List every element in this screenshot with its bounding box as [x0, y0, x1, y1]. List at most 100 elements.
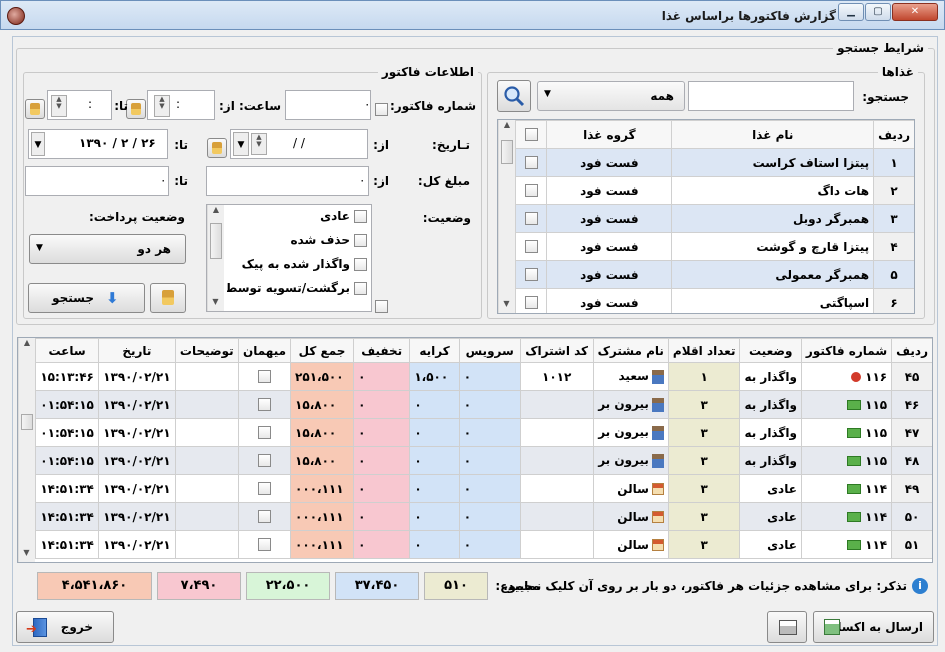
time-to-input[interactable]: : ▲ ▼	[47, 90, 112, 120]
clear-all-button[interactable]	[150, 283, 186, 313]
food-row[interactable]: ۴ پیتزا قارچ و گوشت فست فود	[514, 232, 914, 261]
grid-guest-checkbox[interactable]	[237, 474, 292, 503]
food-checkbox[interactable]	[514, 148, 548, 177]
app-icon[interactable]	[7, 7, 25, 25]
grid-time: ۱۵:٠۱:۵۴	[34, 446, 100, 475]
food-row[interactable]: ۱ پیتزا استاف کراست فست فود	[514, 148, 914, 177]
grid-row[interactable]: ۴۵ ۱۱۶ واگذار به ۱ سعید ۱۰۱۲ ٠ ۱،۵٠٠ ٠ ۲…	[34, 362, 932, 391]
home-icon	[651, 539, 664, 551]
home-icon	[651, 483, 664, 495]
grid-row[interactable]: ۴۸ ۱۱۵ واگذار به ۳ بیرون بر ٠ ٠ ٠ ۱۵،۸٠٠…	[34, 446, 932, 475]
grid-service: ٠	[458, 530, 521, 559]
food-search-input[interactable]	[688, 81, 854, 111]
food-checkbox[interactable]	[514, 260, 548, 289]
grid-time: ۱۵:۱۳:۴۶	[34, 362, 100, 391]
grid-col-header[interactable]: تخفیف	[353, 338, 411, 363]
grid-col-header[interactable]: تعداد اقلام	[667, 338, 741, 363]
date-to-input[interactable]: ۱۳۹۰ / ۲ / ۲۶ ▼	[28, 129, 168, 159]
grid-status: عادی	[739, 502, 802, 531]
grid-guest-checkbox[interactable]	[237, 530, 292, 559]
grid-item-count: ۳	[667, 390, 741, 419]
status-option-checkbox[interactable]	[354, 210, 367, 223]
grid-col-header[interactable]: شماره فاکتور	[800, 338, 893, 363]
grid-row[interactable]: ۵٠ ۱۱۴ عادی ۳ سالن ٠ ٠ ٠ ۱۱۱،٠٠٠ ۱۳۹٠/٠۲…	[34, 502, 932, 531]
print-button[interactable]	[767, 611, 807, 643]
food-checkbox[interactable]	[514, 232, 548, 261]
grid-col-header[interactable]: وضعیت	[739, 338, 802, 363]
status-option[interactable]: حذف شده	[227, 233, 367, 253]
grid-col-header[interactable]: سرویس	[458, 338, 521, 363]
grid-fare: ۱،۵٠٠	[409, 362, 460, 391]
food-col-group[interactable]: گروه غذا	[546, 120, 673, 149]
date-label: تـاریخ:	[432, 138, 470, 152]
grid-customer: بیرون بر	[592, 446, 669, 475]
grid-col-header[interactable]: نام مشترک	[592, 338, 669, 363]
food-checkbox[interactable]	[514, 204, 548, 233]
amount-to-input[interactable]: ٠	[25, 166, 169, 196]
food-group-combo[interactable]: همه ▼	[537, 81, 685, 111]
grid-col-header[interactable]: ساعت	[34, 338, 100, 363]
exit-button[interactable]: خروج ➔	[16, 611, 114, 643]
grid-col-header[interactable]: کرایه	[409, 338, 460, 363]
clear-date-from-button[interactable]	[207, 138, 227, 158]
grid-col-header[interactable]: ردیف	[891, 338, 932, 363]
food-name: پیتزا استاف کراست	[671, 148, 875, 177]
status-option[interactable]: برگشت/تسویه توسط پیک	[227, 281, 367, 301]
send-to-excel-button[interactable]: ارسال به اکسل	[813, 611, 934, 643]
grid-time: ۱۴:۵۱:۳۴	[34, 530, 100, 559]
grid-col-header[interactable]: تاریخ	[98, 338, 176, 363]
status-option-checkbox[interactable]	[354, 258, 367, 271]
minimize-button[interactable]: ▁	[838, 3, 864, 21]
grid-col-header[interactable]: توضیحات	[174, 338, 240, 363]
status-option-checkbox[interactable]	[354, 282, 367, 295]
grid-guest-checkbox[interactable]	[237, 390, 292, 419]
invoice-grid-scrollbar[interactable]: ▲ ▼	[18, 338, 35, 562]
grid-guest-checkbox[interactable]	[237, 362, 292, 391]
food-search-button[interactable]	[497, 80, 531, 112]
status-option[interactable]: واگذار شده به پیک	[227, 257, 367, 277]
invoice-search-button[interactable]: جستجو ⬇	[28, 283, 145, 313]
footer-hint: تذکر: برای مشاهده جزئیات هر فاکتور، دو ب…	[503, 579, 907, 593]
food-checkbox[interactable]	[514, 176, 548, 205]
grid-row[interactable]: ۴۹ ۱۱۴ عادی ۳ سالن ٠ ٠ ٠ ۱۱۱،٠٠٠ ۱۳۹٠/٠۲…	[34, 474, 932, 503]
invoice-number-checkbox[interactable]	[375, 103, 388, 116]
home-icon	[651, 511, 664, 523]
food-checkbox[interactable]	[514, 288, 548, 313]
food-row[interactable]: ۶ اسپاگتی فست فود	[514, 288, 914, 313]
grid-guest-checkbox[interactable]	[237, 502, 292, 531]
grid-col-header[interactable]: کد اشتراک	[519, 338, 594, 363]
food-table-scrollbar[interactable]: ▲ ▼	[498, 120, 515, 313]
time-from-input[interactable]: : ▲ ▼	[147, 90, 215, 120]
maximize-button[interactable]: ▢	[865, 3, 891, 21]
grid-row[interactable]: ۵۱ ۱۱۴ عادی ۳ سالن ٠ ٠ ٠ ۱۱۱،٠٠٠ ۱۳۹٠/٠۲…	[34, 530, 932, 559]
status-checkbox[interactable]	[375, 300, 388, 313]
status-option[interactable]: عادی	[227, 209, 367, 229]
payment-status-combo[interactable]: هر دو ▼	[29, 234, 186, 264]
user-icon	[651, 369, 664, 384]
grid-col-header[interactable]: میهمان	[237, 338, 292, 363]
invoice-number-input[interactable]: ٠	[285, 90, 371, 120]
clear-time-to-button[interactable]	[25, 99, 45, 119]
food-row[interactable]: ۳ همبرگر دوبل فست فود	[514, 204, 914, 233]
grid-invoice-number: ۱۱۴	[800, 474, 893, 503]
sum-count: ۵۱٠	[424, 572, 488, 600]
food-row[interactable]: ۲ هات داگ فست فود	[514, 176, 914, 205]
close-button[interactable]: ✕	[892, 3, 938, 21]
status-option-checkbox[interactable]	[354, 234, 367, 247]
food-row[interactable]: ۵ همبرگر معمولی فست فود	[514, 260, 914, 289]
grid-service: ٠	[458, 390, 521, 419]
date-from-input[interactable]: / / ▼ ▲ ▼	[230, 129, 368, 159]
status-list-scrollbar[interactable]: ▲ ▼	[207, 205, 224, 311]
grid-guest-checkbox[interactable]	[237, 418, 292, 447]
food-col-row[interactable]: ردیف	[873, 120, 914, 149]
grid-guest-checkbox[interactable]	[237, 446, 292, 475]
user-icon	[651, 397, 664, 412]
grid-col-header[interactable]: جمع کل	[290, 338, 355, 363]
grid-row[interactable]: ۴۷ ۱۱۵ واگذار به ۳ بیرون بر ٠ ٠ ٠ ۱۵،۸٠٠…	[34, 418, 932, 447]
grid-invoice-number: ۱۱۶	[800, 362, 893, 391]
grid-row[interactable]: ۴۶ ۱۱۵ واگذار به ۳ بیرون بر ٠ ٠ ٠ ۱۵،۸٠٠…	[34, 390, 932, 419]
amount-from-input[interactable]: ٠	[206, 166, 369, 196]
clear-time-from-button[interactable]	[126, 99, 146, 119]
food-col-name[interactable]: نام غذا	[671, 120, 875, 149]
food-col-select[interactable]	[514, 120, 548, 149]
